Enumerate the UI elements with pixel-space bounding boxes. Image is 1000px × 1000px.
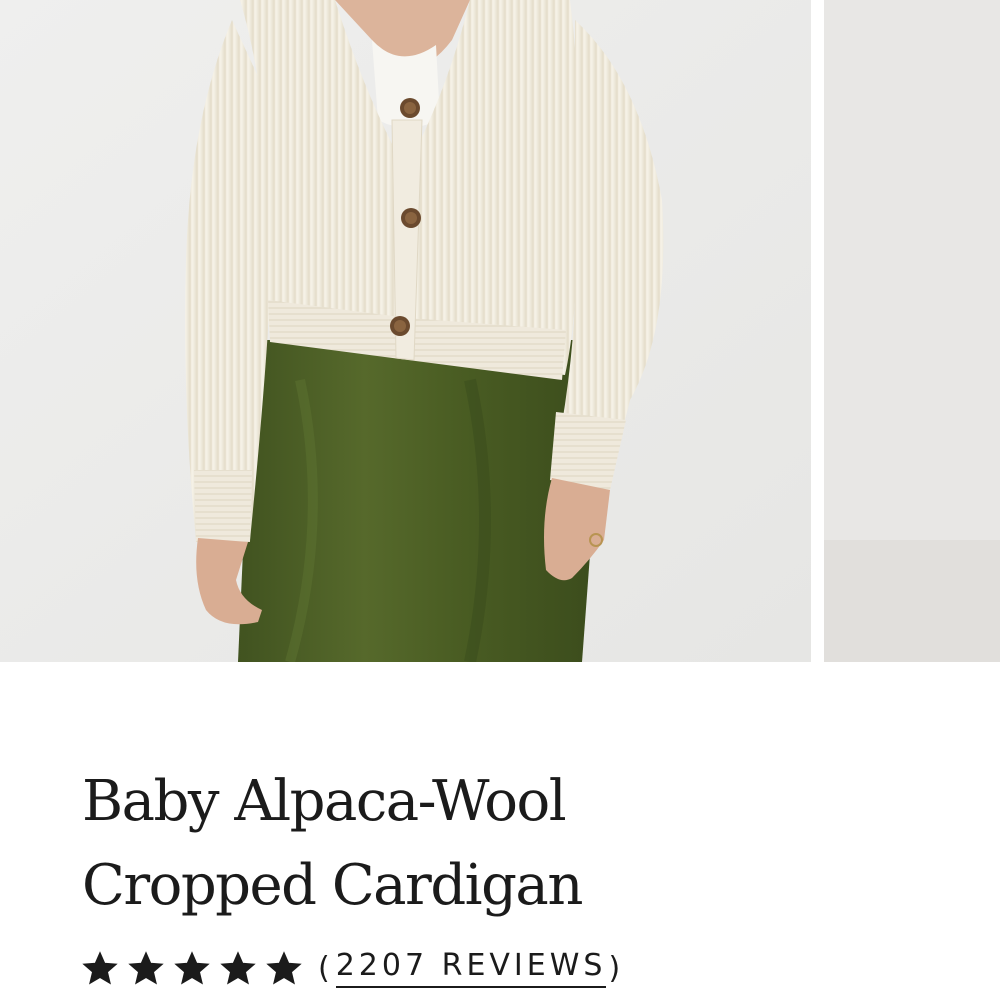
reviews-open-paren: ( — [318, 950, 334, 986]
product-photo-next — [824, 0, 1000, 662]
star-rating — [82, 950, 302, 986]
product-image-main[interactable] — [0, 0, 811, 662]
product-title: Baby Alpaca-Wool Cropped Cardigan — [82, 769, 583, 918]
product-page: Baby Alpaca-Wool Cropped Cardigan ( 2207… — [0, 0, 1000, 1000]
star-icon — [174, 951, 210, 985]
star-icon — [128, 951, 164, 985]
star-icon — [82, 951, 118, 985]
product-info: Baby Alpaca-Wool Cropped Cardigan ( 2207… — [82, 760, 942, 988]
product-image-gallery[interactable] — [0, 0, 1000, 662]
product-photo-main — [0, 0, 811, 662]
product-rating: ( 2207 REVIEWS ) — [82, 946, 624, 990]
star-icon — [220, 951, 256, 985]
reviews-link[interactable]: ( 2207 REVIEWS ) — [318, 948, 624, 988]
star-icon — [266, 951, 302, 985]
product-image-next[interactable] — [824, 0, 1000, 662]
reviews-close-paren: ) — [608, 950, 625, 986]
reviews-count-label: 2207 REVIEWS — [335, 948, 607, 988]
